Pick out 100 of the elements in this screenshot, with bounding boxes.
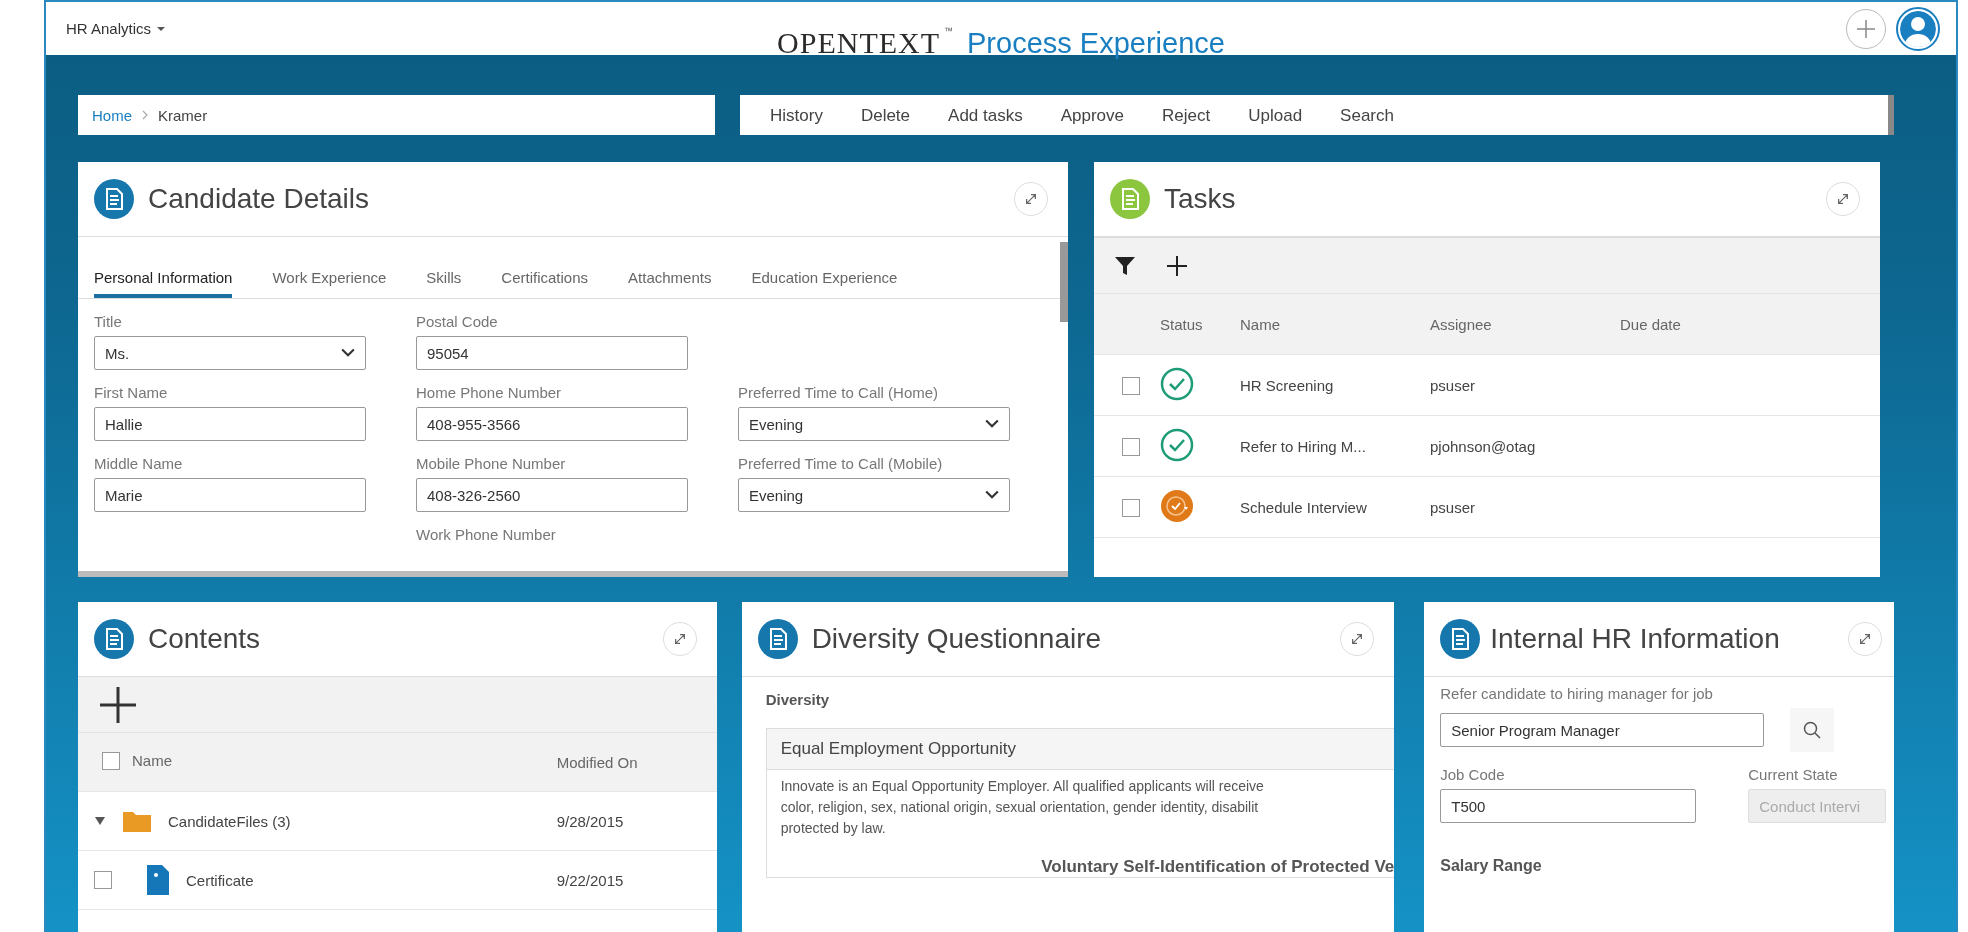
tab[interactable]: Skills [426, 269, 462, 298]
tab[interactable]: Attachments [628, 269, 712, 298]
document-icon [1440, 619, 1481, 659]
toolbar-action[interactable]: Reject [1152, 96, 1239, 134]
expand-icon [1024, 192, 1038, 206]
chevron-down-icon [985, 419, 999, 429]
trademark: ™ [944, 26, 954, 36]
select-all-checkbox[interactable] [102, 751, 120, 770]
checkbox[interactable] [1122, 437, 1140, 456]
checkbox[interactable] [94, 871, 112, 889]
dropdown[interactable]: Evening [738, 407, 1010, 441]
workspace-menu[interactable]: HR Analytics [66, 20, 152, 37]
field-label: Job Code [1440, 766, 1506, 783]
search-button[interactable] [1790, 708, 1835, 752]
collapse-triangle-icon[interactable] [94, 816, 106, 826]
tab[interactable]: Certifications [501, 269, 589, 298]
input-field[interactable]: 95054 [416, 336, 688, 370]
panel-title: Internal HR Information [1490, 623, 1780, 655]
caret-icon[interactable] [157, 25, 166, 32]
toolbar-action[interactable]: Delete [850, 96, 939, 134]
assignee-cell: psuser [1420, 354, 1610, 416]
field-label: Refer candidate to hiring manager for job [1440, 685, 1714, 702]
panel-title: Tasks [1164, 183, 1236, 215]
toolbar-action[interactable]: Approve [1050, 96, 1153, 134]
toolbar-action[interactable]: Add tasks [938, 96, 1051, 134]
field-label: Work Phone Number [416, 526, 557, 543]
input-field[interactable]: 408-955-3566 [416, 407, 688, 441]
expand-button[interactable] [1826, 182, 1860, 216]
tab[interactable]: Personal Information [94, 269, 233, 298]
toolbar-action[interactable]: Upload [1238, 96, 1331, 134]
checkbox[interactable] [1122, 376, 1140, 395]
expand-button[interactable] [662, 622, 697, 656]
toolbar-action[interactable]: History [760, 96, 851, 134]
panel-title: Diversity Questionnaire [811, 623, 1102, 655]
dropdown[interactable]: Evening [738, 478, 1010, 512]
column-header[interactable]: Status [1150, 294, 1230, 355]
folder-icon [122, 809, 152, 833]
expand-icon [1350, 632, 1365, 646]
chevron-right-icon [142, 110, 148, 120]
tab[interactable]: Education Experience [751, 269, 898, 298]
document-icon [94, 179, 134, 219]
avatar-icon[interactable] [1896, 6, 1940, 51]
section-heading: Diversity [765, 691, 830, 708]
date-cell: 9/22/2015 [546, 850, 717, 910]
progress-icon [1160, 488, 1194, 523]
document-icon [1110, 179, 1150, 219]
expand-button[interactable] [1340, 622, 1375, 656]
check-circle-icon [1160, 366, 1194, 401]
task-name[interactable]: Refer to Hiring M... [1230, 415, 1420, 477]
task-name[interactable]: Schedule Interview [1230, 476, 1420, 538]
scrollbar[interactable] [1060, 242, 1068, 322]
box-heading: Equal Employment Opportunity [766, 729, 1395, 770]
section-heading: Salary Range [1440, 857, 1543, 875]
product-name: Process Experience [967, 27, 1225, 60]
input-field[interactable]: Hallie [94, 407, 366, 441]
input-field[interactable]: 408-326-2560 [416, 478, 688, 512]
paragraph-line: Innovate is an Equal Opportunity Employer. All qualified applicants will receive [779, 777, 1265, 796]
date-cell: 9/28/2015 [546, 791, 717, 851]
panel-title: Contents [148, 623, 261, 655]
file-icon [146, 864, 170, 896]
field-label: Current State [1748, 766, 1839, 783]
field-label: Home Phone Number [416, 384, 563, 401]
checkbox[interactable] [1122, 498, 1140, 517]
document-icon [94, 619, 134, 659]
brand-logo: OPENTEXT [777, 26, 941, 60]
assignee-cell: psuser [1420, 476, 1610, 538]
field-label: Postal Code [416, 313, 499, 330]
toolbar-action[interactable]: Search [1330, 96, 1422, 134]
column-header[interactable]: Assignee [1420, 294, 1610, 355]
column-header[interactable]: Name [1230, 294, 1420, 355]
input-field: Conduct Intervi [1748, 789, 1887, 823]
file-name[interactable]: CandidateFiles (3) [168, 812, 291, 830]
field-label: Title [94, 313, 123, 330]
field-label: Mobile Phone Number [416, 455, 567, 472]
column-header[interactable]: Name [132, 752, 172, 769]
assignee-cell: pjohnson@otag [1420, 415, 1610, 477]
input-field[interactable]: T500 [1440, 789, 1697, 823]
task-name[interactable]: HR Screening [1230, 354, 1420, 416]
filter-icon[interactable] [1114, 254, 1136, 277]
expand-icon [1836, 192, 1850, 206]
column-header[interactable]: Due date [1610, 294, 1880, 355]
file-name[interactable]: Certificate [186, 871, 254, 889]
tab[interactable]: Work Experience [272, 269, 387, 298]
chevron-down-icon [341, 348, 355, 358]
expand-button[interactable] [1848, 622, 1882, 656]
input-field[interactable]: Marie [94, 478, 366, 512]
breadcrumb-link[interactable]: Home [92, 106, 132, 124]
field-label: Middle Name [94, 455, 184, 472]
input-field[interactable]: Senior Program Manager [1440, 713, 1765, 747]
paragraph-line: protected by law. [779, 819, 887, 838]
field-label: Preferred Time to Call (Mobile) [738, 455, 944, 472]
dropdown[interactable]: Ms. [94, 336, 366, 370]
expand-button[interactable] [1014, 182, 1048, 216]
plus-icon [1855, 17, 1877, 40]
field-label: First Name [94, 384, 169, 401]
add-icon[interactable] [1166, 254, 1188, 277]
add-icon[interactable] [98, 684, 138, 725]
chevron-down-icon [985, 490, 999, 500]
column-header[interactable]: Modified On [546, 733, 717, 792]
expand-icon [672, 632, 687, 646]
